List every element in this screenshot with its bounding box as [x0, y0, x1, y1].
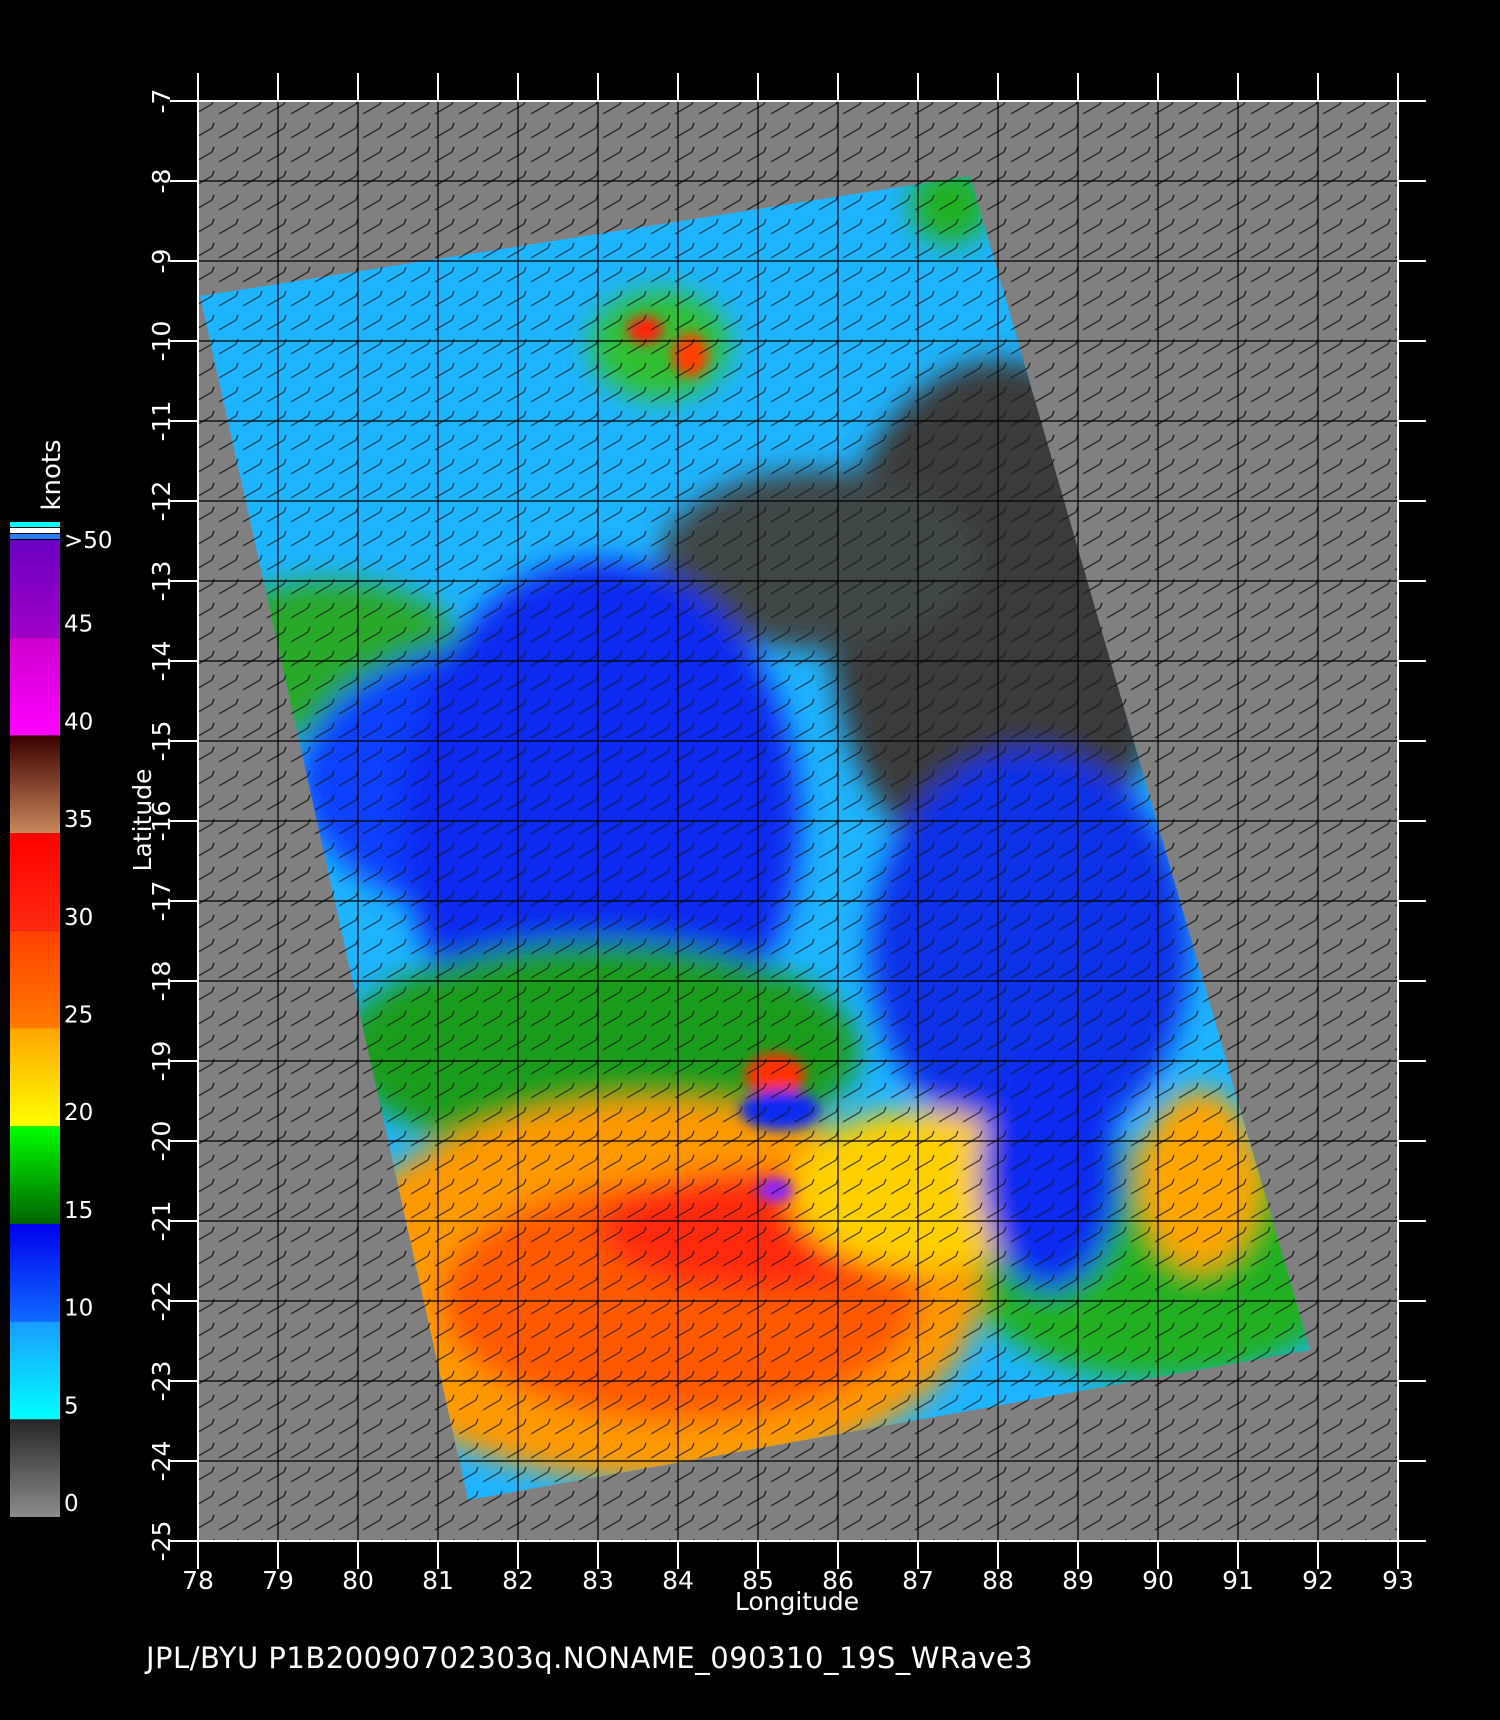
lat-tick-label: -20 [147, 1121, 176, 1162]
colorbar-label: 45 [64, 612, 93, 638]
colorbar-segment [10, 540, 60, 638]
lat-tick-label: -23 [147, 1361, 176, 1402]
x-axis-title: Longitude [735, 1587, 859, 1616]
lat-tick-label: -22 [147, 1281, 176, 1322]
lon-tick-label: 79 [262, 1566, 294, 1595]
lat-tick-label: -25 [147, 1521, 176, 1562]
lon-tick-label: 87 [902, 1566, 934, 1595]
lon-tick-label: 81 [422, 1566, 454, 1595]
lat-tick-label: -7 [147, 89, 176, 114]
colorbar-top-strip [10, 534, 60, 539]
colorbar-label: 0 [64, 1491, 79, 1517]
lon-tick-label: 91 [1222, 1566, 1254, 1595]
colorbar-label: 5 [64, 1393, 79, 1419]
colorbar-segment [10, 833, 60, 931]
lon-tick-label: 78 [182, 1566, 214, 1595]
lat-tick-label: -19 [147, 1041, 176, 1082]
colorbar-segment [10, 1126, 60, 1224]
lat-tick-label: -8 [147, 169, 176, 194]
lat-tick-label: -12 [147, 481, 176, 522]
colorbar-segment [10, 1223, 60, 1322]
lon-tick-label: 82 [502, 1566, 534, 1595]
lon-tick-label: 92 [1302, 1566, 1334, 1595]
y-axis-title: Latitude [128, 769, 157, 872]
colorbar-label: 15 [64, 1198, 93, 1224]
plot-area [198, 101, 1398, 1541]
colorbar-label: 25 [64, 1003, 93, 1029]
colorbar-segment [10, 1321, 60, 1420]
colorbar-segment [10, 1419, 60, 1517]
lat-tick-label: -13 [147, 561, 176, 602]
colorbar-segment [10, 735, 60, 834]
colorbar-segment [10, 1028, 60, 1127]
lat-tick-label: -18 [147, 961, 176, 1002]
lon-tick-label: 88 [982, 1566, 1014, 1595]
lon-tick-label: 93 [1382, 1566, 1414, 1595]
lon-tick-label: 84 [662, 1566, 694, 1595]
colorbar-label: 40 [64, 709, 93, 735]
colorbar-label: 30 [64, 905, 93, 931]
lat-tick-label: -15 [147, 721, 176, 762]
lon-tick-label: 89 [1062, 1566, 1094, 1595]
lat-tick-label: -21 [147, 1201, 176, 1242]
lat-tick-label: -14 [147, 641, 176, 682]
lat-tick-label: -10 [147, 321, 176, 362]
image-caption: JPL/BYU P1B20090702303q.NONAME_090310_19… [146, 1641, 1034, 1675]
colorbar-label: 20 [64, 1100, 93, 1126]
colorbar-label: >50 [64, 528, 113, 554]
colorbar-segment [10, 930, 60, 1029]
lon-tick-label: 80 [342, 1566, 374, 1595]
colorbar-label: 35 [64, 807, 93, 833]
lat-tick-label: -11 [147, 401, 176, 442]
colorbar-segment [10, 637, 60, 736]
lat-tick-label: -24 [147, 1441, 176, 1482]
lat-tick-label: -17 [147, 881, 176, 922]
lat-tick-label: -9 [147, 249, 176, 274]
colorbar-top-strip [10, 522, 60, 527]
colorbar-top-strip [10, 528, 60, 533]
colorbar-label: 10 [64, 1296, 93, 1322]
colorbar-title: knots [37, 439, 67, 510]
wind-map-figure: 78 79 80 81 82 83 84 85 86 87 88 89 90 91 92 93-7-8-9-1… [0, 0, 1500, 1720]
lon-tick-label: 90 [1142, 1566, 1174, 1595]
lon-tick-label: 83 [582, 1566, 614, 1595]
